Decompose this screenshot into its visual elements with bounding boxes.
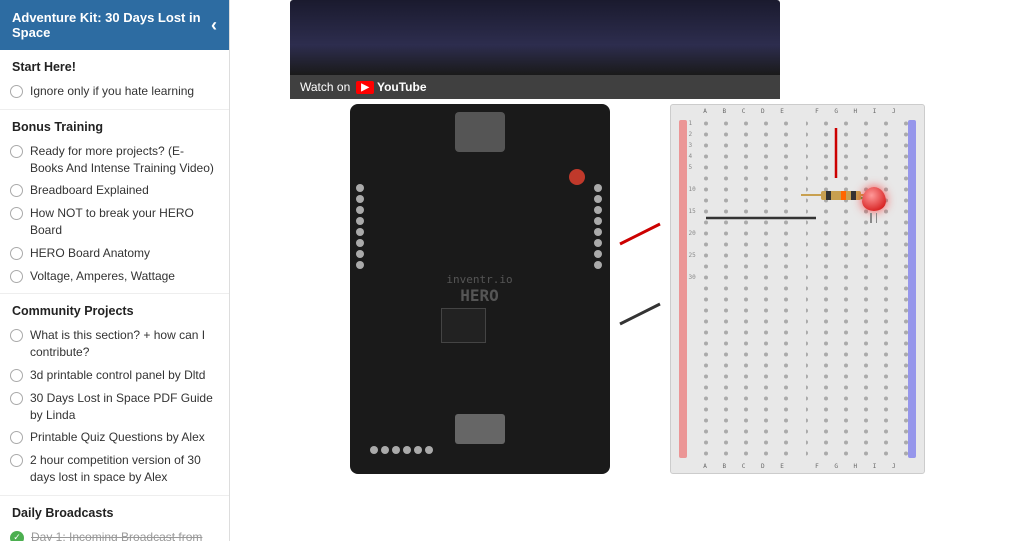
video-thumbnail — [290, 0, 780, 75]
arduino-board: inventr.io HERO — [350, 104, 610, 474]
radio-3dprint — [10, 369, 23, 382]
sidebar-content: Start Here! Ignore only if you hate lear… — [0, 50, 229, 541]
item-pdf-guide-label: 30 Days Lost in Space PDF Guide by Linda — [30, 390, 217, 424]
item-what-section[interactable]: What is this section? + how can I contri… — [0, 324, 229, 364]
watch-bar[interactable]: Watch on ▶ YouTube — [290, 75, 780, 99]
section-start: Start Here! Ignore only if you hate lear… — [0, 50, 229, 110]
radio-ignore — [10, 85, 23, 98]
item-ebooks-label: Ready for more projects? (E-Books And In… — [30, 143, 217, 177]
radio-pdf-guide — [10, 392, 23, 405]
breadboard: ABCDEFGHIJ ABCDEFGHIJ 1 2 3 4 5 10 15 20 — [670, 104, 925, 474]
sidebar-chevron[interactable]: ‹ — [211, 15, 217, 36]
item-how-not-label: How NOT to break your HERO Board — [30, 205, 217, 239]
sidebar-header: Adventure Kit: 30 Days Lost in Space ‹ — [0, 0, 229, 50]
sidebar: Adventure Kit: 30 Days Lost in Space ‹ S… — [0, 0, 230, 541]
item-3dprint-label: 3d printable control panel by Dltd — [30, 367, 205, 384]
item-anatomy[interactable]: HERO Board Anatomy — [0, 242, 229, 265]
radio-breadboard — [10, 184, 23, 197]
sidebar-title: Adventure Kit: 30 Days Lost in Space — [12, 10, 211, 40]
radio-anatomy — [10, 247, 23, 260]
item-breadboard-label: Breadboard Explained — [30, 182, 149, 199]
section-community: Community Projects What is this section?… — [0, 294, 229, 495]
section-daily-title: Daily Broadcasts — [0, 506, 229, 526]
item-how-not[interactable]: How NOT to break your HERO Board — [0, 202, 229, 242]
circuit-area: inventr.io HERO — [230, 99, 1024, 484]
item-quiz-label: Printable Quiz Questions by Alex — [30, 429, 205, 446]
section-bonus: Bonus Training Ready for more projects? … — [0, 110, 229, 295]
radio-what-section — [10, 329, 23, 342]
wiring-diagram — [610, 104, 670, 474]
radio-competition — [10, 454, 23, 467]
check-day1: ✓ — [10, 531, 24, 541]
radio-how-not — [10, 207, 23, 220]
radio-quiz — [10, 431, 23, 444]
item-what-section-label: What is this section? + how can I contri… — [30, 327, 217, 361]
section-bonus-title: Bonus Training — [0, 120, 229, 140]
youtube-label: YouTube — [377, 80, 427, 94]
radio-ebooks — [10, 145, 23, 158]
item-voltage-label: Voltage, Amperes, Wattage — [30, 268, 175, 285]
item-voltage[interactable]: Voltage, Amperes, Wattage — [0, 265, 229, 288]
brand-text: inventr.io HERO — [446, 273, 512, 305]
watch-on-text: Watch on — [300, 80, 350, 94]
youtube-icon: ▶ YouTube — [356, 80, 426, 94]
item-3dprint[interactable]: 3d printable control panel by Dltd — [0, 364, 229, 387]
item-day1[interactable]: ✓ Day 1: Incoming Broadcast from Inventr… — [0, 526, 229, 541]
video-area: Watch on ▶ YouTube — [260, 0, 780, 99]
item-ignore-label: Ignore only if you hate learning — [30, 83, 194, 100]
item-anatomy-label: HERO Board Anatomy — [30, 245, 150, 262]
item-ebooks[interactable]: Ready for more projects? (E-Books And In… — [0, 140, 229, 180]
main-content: Watch on ▶ YouTube — [230, 0, 1024, 541]
item-competition[interactable]: 2 hour competition version of 30 days lo… — [0, 449, 229, 489]
radio-voltage — [10, 270, 23, 283]
item-competition-label: 2 hour competition version of 30 days lo… — [30, 452, 217, 486]
item-pdf-guide[interactable]: 30 Days Lost in Space PDF Guide by Linda — [0, 387, 229, 427]
item-ignore[interactable]: Ignore only if you hate learning — [0, 80, 229, 103]
item-breadboard[interactable]: Breadboard Explained — [0, 179, 229, 202]
item-quiz[interactable]: Printable Quiz Questions by Alex — [0, 426, 229, 449]
section-community-title: Community Projects — [0, 304, 229, 324]
led-component — [862, 187, 886, 223]
section-daily: Daily Broadcasts ✓ Day 1: Incoming Broad… — [0, 496, 229, 541]
section-start-title: Start Here! — [0, 60, 229, 80]
item-day1-label: Day 1: Incoming Broadcast from InventrCo… — [31, 529, 217, 541]
